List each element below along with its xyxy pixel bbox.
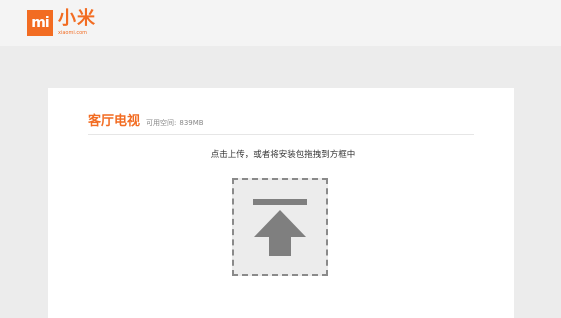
upload-hint: 点击上传，或者将安装包拖拽到方框中 xyxy=(210,150,356,160)
upload-dropzone[interactable] xyxy=(232,178,328,276)
logo-text: 小米 xiaomi.com xyxy=(58,10,96,37)
upload-panel: 客厅电视 可用空间: 839MB 点击上传，或者将安装包拖拽到方框中 xyxy=(48,88,514,318)
mi-logo-icon: mi xyxy=(27,10,53,36)
free-space-value: 839MB xyxy=(179,119,204,127)
panel-header: 客厅电视 可用空间: 839MB xyxy=(88,110,204,129)
logo-url: xiaomi.com xyxy=(58,30,87,36)
top-bar: mi 小米 xiaomi.com xyxy=(0,0,561,46)
upload-arrow-icon xyxy=(253,199,307,256)
free-space-label: 可用空间: xyxy=(146,119,177,127)
logo-name: 小米 xyxy=(58,8,96,29)
xiaomi-logo[interactable]: mi 小米 xiaomi.com xyxy=(27,10,96,36)
page: mi 小米 xiaomi.com 客厅电视 可用空间: 839MB 点击上传，或… xyxy=(0,0,561,318)
device-name: 客厅电视 xyxy=(88,114,141,129)
divider xyxy=(88,134,474,135)
